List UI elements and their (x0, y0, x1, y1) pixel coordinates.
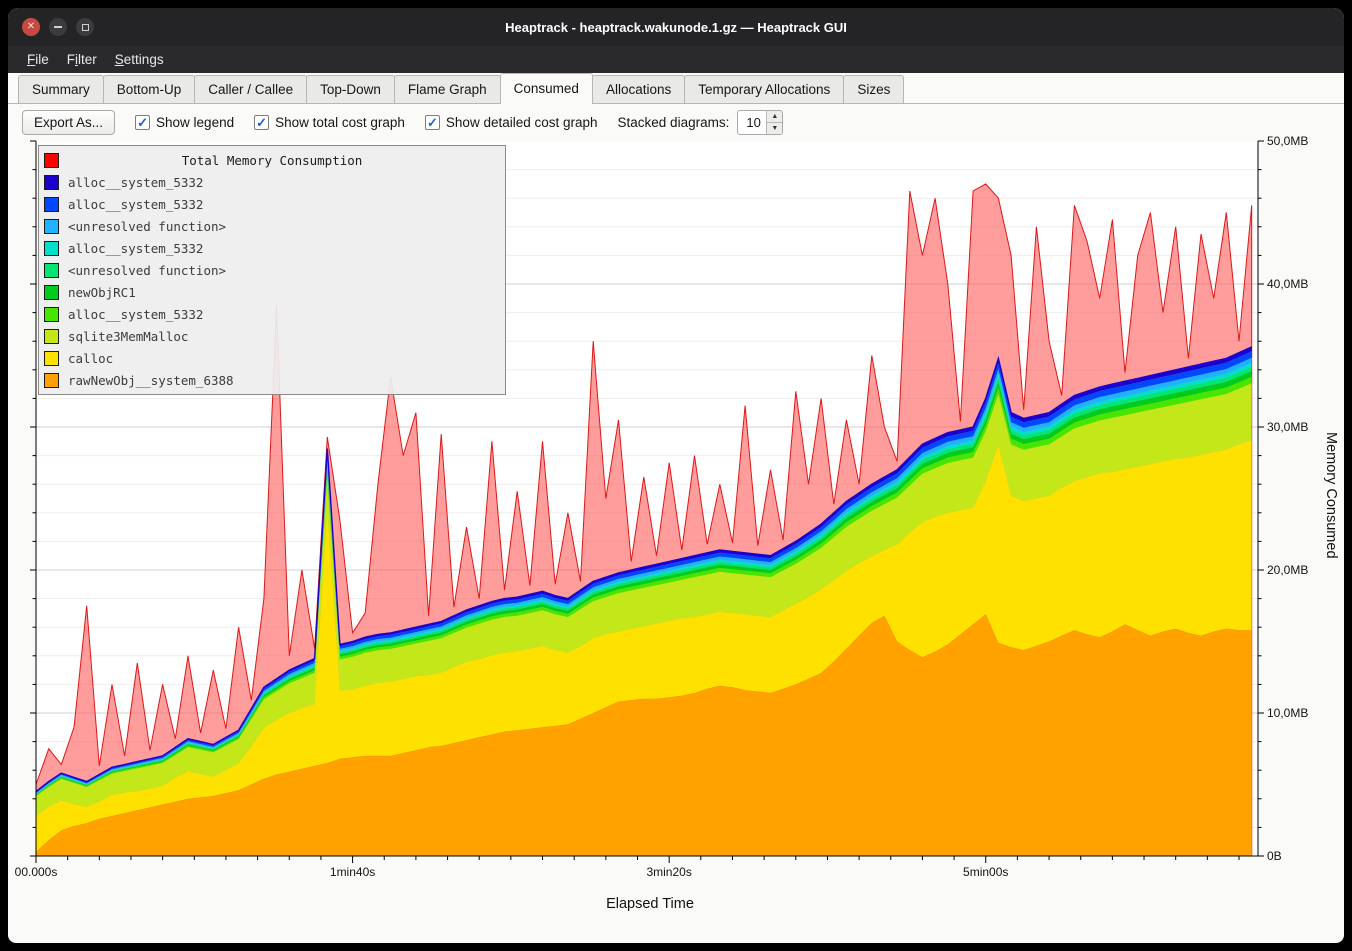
legend-item: sqlite3MemMalloc (44, 325, 500, 347)
menu-file[interactable]: File (18, 48, 58, 71)
toolbar: Export As... ✓ Show legend ✓ Show total cos… (22, 108, 1334, 136)
svg-text:10,0MB: 10,0MB (1267, 706, 1308, 720)
legend-item: <unresolved function> (44, 259, 500, 281)
minimize-icon[interactable] (49, 18, 67, 36)
checkbox-label: Show total cost graph (275, 115, 405, 130)
checkbox-check-icon: ✓ (425, 115, 440, 130)
legend-title-row: Total Memory Consumption (44, 149, 500, 171)
tab-bottom-up[interactable]: Bottom-Up (103, 75, 196, 103)
legend-label: alloc__system_5332 (68, 197, 203, 212)
svg-text:0B: 0B (1267, 849, 1282, 863)
chart-legend: Total Memory Consumption alloc__system_5… (38, 145, 506, 395)
legend-swatch-icon (44, 175, 59, 190)
legend-swatch-icon (44, 329, 59, 344)
legend-item: <unresolved function> (44, 215, 500, 237)
legend-swatch-icon (44, 351, 59, 366)
legend-label: alloc__system_5332 (68, 175, 203, 190)
legend-item: rawNewObj__system_6388 (44, 369, 500, 391)
spinner-down-icon[interactable]: ▼ (767, 122, 782, 134)
svg-text:30,0MB: 30,0MB (1267, 420, 1308, 434)
svg-text:20,0MB: 20,0MB (1267, 563, 1308, 577)
stacked-diagrams-value[interactable]: 10 (738, 111, 766, 134)
legend-label: <unresolved function> (68, 263, 226, 278)
legend-item: calloc (44, 347, 500, 369)
show-detailed-cost-graph-checkbox[interactable]: ✓ Show detailed cost graph (425, 115, 598, 130)
checkbox-check-icon: ✓ (254, 115, 269, 130)
stacked-diagrams-spinner[interactable]: 10 ▲ ▼ (737, 110, 783, 135)
legend-swatch-icon (44, 197, 59, 212)
menu-settings[interactable]: Settings (106, 48, 173, 71)
tab-top-down[interactable]: Top-Down (306, 75, 395, 103)
legend-swatch-icon (44, 285, 59, 300)
menu-bar: FileFilterSettings (8, 46, 1344, 73)
show-total-cost-graph-checkbox[interactable]: ✓ Show total cost graph (254, 115, 405, 130)
legend-label: <unresolved function> (68, 219, 226, 234)
legend-item: alloc__system_5332 (44, 303, 500, 325)
legend-label: newObjRC1 (68, 285, 136, 300)
legend-swatch-icon (44, 263, 59, 278)
show-legend-checkbox[interactable]: ✓ Show legend (135, 115, 234, 130)
checkbox-check-icon: ✓ (135, 115, 150, 130)
maximize-icon[interactable] (76, 18, 94, 36)
svg-text:00.000s: 00.000s (15, 865, 58, 879)
legend-swatch-icon (44, 241, 59, 256)
legend-item: alloc__system_5332 (44, 193, 500, 215)
legend-title: Total Memory Consumption (44, 153, 500, 168)
svg-text:50,0MB: 50,0MB (1267, 134, 1308, 148)
app-window: ✕ Heaptrack - heaptrack.wakunode.1.gz — … (8, 8, 1344, 943)
svg-text:40,0MB: 40,0MB (1267, 277, 1308, 291)
x-axis-title: Elapsed Time (30, 896, 1270, 912)
legend-item: newObjRC1 (44, 281, 500, 303)
legend-swatch-icon (44, 307, 59, 322)
legend-label: alloc__system_5332 (68, 307, 203, 322)
y-axis-title: Memory Consumed (1320, 134, 1342, 856)
legend-label: sqlite3MemMalloc (68, 329, 188, 344)
tab-caller-callee[interactable]: Caller / Callee (194, 75, 307, 103)
window-controls: ✕ (22, 18, 94, 36)
stacked-diagrams-group: Stacked diagrams: 10 ▲ ▼ (618, 110, 784, 135)
menu-filter[interactable]: Filter (58, 48, 106, 71)
stacked-diagrams-label: Stacked diagrams: (618, 115, 730, 130)
svg-text:3min20s: 3min20s (646, 865, 691, 879)
svg-text:1min40s: 1min40s (330, 865, 375, 879)
tab-temporary-allocations[interactable]: Temporary Allocations (684, 75, 844, 103)
tab-flame-graph[interactable]: Flame Graph (394, 75, 501, 103)
legend-label: alloc__system_5332 (68, 241, 203, 256)
tab-sizes[interactable]: Sizes (843, 75, 904, 103)
close-icon[interactable]: ✕ (22, 18, 40, 36)
tab-bar: SummaryBottom-UpCaller / CalleeTop-DownF… (8, 73, 1344, 104)
legend-label: rawNewObj__system_6388 (68, 373, 234, 388)
export-as-button[interactable]: Export As... (22, 110, 115, 135)
checkbox-label: Show legend (156, 115, 234, 130)
window-title: Heaptrack - heaptrack.wakunode.1.gz — He… (505, 20, 847, 35)
legend-swatch-icon (44, 219, 59, 234)
tab-summary[interactable]: Summary (18, 75, 104, 103)
tab-consumed[interactable]: Consumed (500, 73, 593, 104)
title-bar: ✕ Heaptrack - heaptrack.wakunode.1.gz — … (8, 8, 1344, 46)
tab-allocations[interactable]: Allocations (592, 75, 685, 103)
svg-text:5min00s: 5min00s (963, 865, 1008, 879)
legend-swatch-icon (44, 373, 59, 388)
legend-item: alloc__system_5332 (44, 171, 500, 193)
spinner-up-icon[interactable]: ▲ (767, 111, 782, 122)
legend-label: calloc (68, 351, 113, 366)
checkbox-label: Show detailed cost graph (446, 115, 598, 130)
legend-item: alloc__system_5332 (44, 237, 500, 259)
